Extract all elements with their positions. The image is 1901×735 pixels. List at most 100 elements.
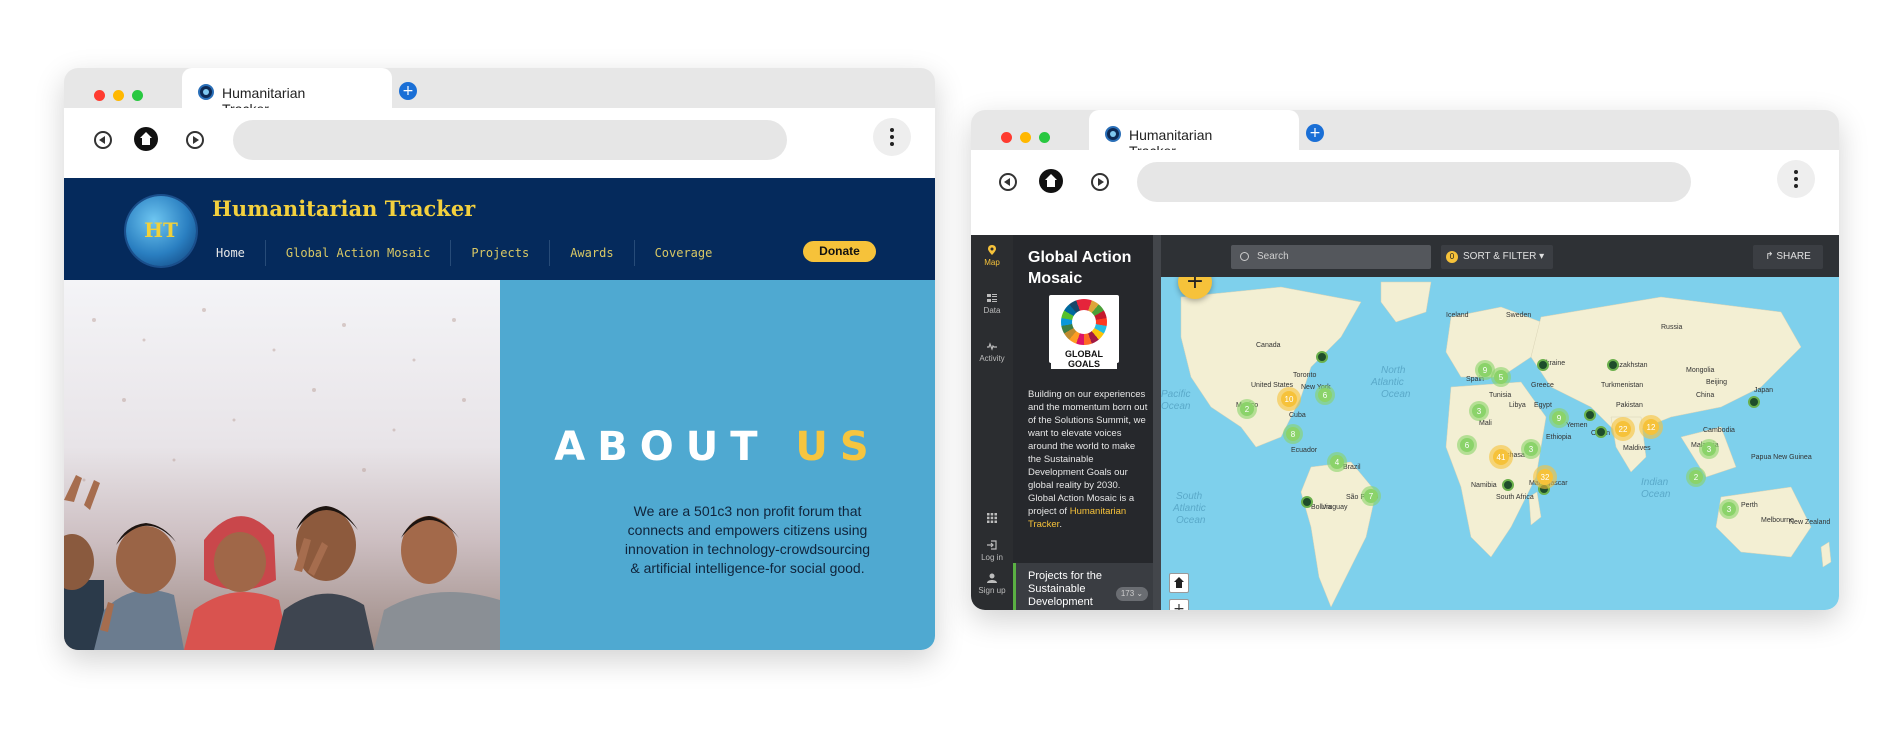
svg-text:Iceland: Iceland: [1446, 312, 1469, 319]
close-window-button[interactable]: [1001, 132, 1012, 143]
new-tab-button[interactable]: +: [399, 82, 417, 100]
map-search-input[interactable]: Search: [1231, 245, 1431, 269]
rail-signup[interactable]: Sign up: [971, 573, 1013, 595]
about-heading: ABOUT US: [500, 424, 935, 470]
map-illustration: Canada Iceland Sweden Russia Ukraine Kaz…: [1161, 281, 1832, 608]
rail-apps[interactable]: [971, 513, 1013, 526]
svg-text:Papua New Guinea: Papua New Guinea: [1751, 454, 1812, 461]
panel-description-suffix: .: [1059, 519, 1062, 530]
sort-filter-button[interactable]: 0 SORT & FILTER ▾: [1441, 245, 1553, 269]
svg-text:Namibia: Namibia: [1471, 482, 1497, 489]
nav-projects[interactable]: Projects: [451, 240, 551, 266]
svg-text:Ethiopia: Ethiopia: [1546, 434, 1571, 441]
site-logo[interactable]: HT: [126, 196, 196, 266]
svg-text:Ocean: Ocean: [1381, 389, 1411, 400]
about-description: We are a 501c3 non profit forum that con…: [624, 503, 871, 576]
svg-text:Sweden: Sweden: [1506, 312, 1531, 319]
close-window-button[interactable]: [94, 90, 105, 101]
svg-text:Greece: Greece: [1531, 382, 1554, 389]
rail-activity-label: Activity: [979, 354, 1005, 363]
nav-awards[interactable]: Awards: [550, 240, 635, 266]
maximize-window-button[interactable]: [1039, 132, 1050, 143]
browser-menu-button[interactable]: [873, 118, 911, 156]
favicon-icon: [198, 84, 214, 100]
panel-description-text: Building on our experiences and the mome…: [1028, 389, 1148, 517]
svg-text:New Zealand: New Zealand: [1789, 519, 1830, 526]
tab-strip: Humanitarian Tracker +: [64, 68, 935, 117]
cluster-count: 6: [1465, 441, 1470, 450]
svg-text:Ocean: Ocean: [1176, 515, 1206, 526]
svg-text:Maldives: Maldives: [1623, 445, 1651, 452]
maximize-window-button[interactable]: [132, 90, 143, 101]
panel-title: Global Action Mosaic: [1028, 249, 1132, 287]
cluster-count: 9: [1483, 366, 1488, 375]
site-title[interactable]: Humanitarian Tracker: [212, 196, 475, 221]
rail-map[interactable]: Map: [971, 245, 1013, 267]
login-icon: [987, 540, 997, 550]
browser-menu-button[interactable]: [1777, 160, 1815, 198]
browser-tab[interactable]: Humanitarian Tracker: [1089, 110, 1299, 159]
svg-text:Tunisia: Tunisia: [1489, 392, 1511, 399]
rail-activity[interactable]: Activity: [971, 341, 1013, 363]
about-heading-about: ABOUT: [554, 424, 770, 470]
forward-button[interactable]: [1091, 173, 1109, 191]
svg-text:Japan: Japan: [1754, 387, 1773, 394]
back-button[interactable]: [94, 131, 112, 149]
cluster-count: 8: [1291, 430, 1296, 439]
projects-title: Projects for the Sustainable Development: [1028, 570, 1102, 608]
home-button[interactable]: [1039, 169, 1063, 193]
forward-button[interactable]: [186, 131, 204, 149]
browser-tab[interactable]: Humanitarian Tracker: [182, 68, 392, 117]
cluster-count: 4: [1335, 458, 1340, 467]
nav-coverage[interactable]: Coverage: [635, 240, 733, 266]
address-bar[interactable]: [1137, 162, 1691, 202]
panel-description: Building on our experiences and the mome…: [1028, 388, 1148, 531]
new-tab-button[interactable]: +: [1306, 124, 1324, 142]
back-button[interactable]: [999, 173, 1017, 191]
svg-text:Pakistan: Pakistan: [1616, 402, 1643, 409]
cluster-count: 2: [1694, 473, 1699, 482]
browser-toolbar: [64, 108, 935, 178]
cluster-count: 5: [1499, 373, 1504, 382]
map-pin-icon: [988, 245, 996, 255]
cluster-count: 3: [1477, 407, 1482, 416]
rail-login[interactable]: Log in: [971, 540, 1013, 562]
cluster-count: 10: [1285, 395, 1294, 404]
zoom-in-button[interactable]: +: [1169, 599, 1189, 610]
svg-text:Toronto: Toronto: [1293, 372, 1316, 379]
svg-text:Ocean: Ocean: [1641, 489, 1671, 500]
svg-text:South Africa: South Africa: [1496, 494, 1534, 501]
app-rail: Map Data Activity Log in Sign up: [971, 235, 1013, 610]
projects-count-badge[interactable]: 173 ⌄: [1116, 587, 1148, 601]
minimize-window-button[interactable]: [1020, 132, 1031, 143]
user-icon: [987, 573, 997, 583]
map-toolbar: Search 0 SORT & FILTER ▾ ↱ SHARE: [1161, 235, 1839, 277]
nav-home[interactable]: Home: [216, 240, 266, 266]
tab-strip: Humanitarian Tracker +: [971, 110, 1839, 159]
svg-text:Egypt: Egypt: [1534, 402, 1552, 409]
sdg-logo-label: GLOBAL GOALS: [1051, 349, 1117, 369]
svg-text:Mali: Mali: [1479, 420, 1492, 427]
projects-section[interactable]: Projects for the Sustainable Development…: [1013, 563, 1153, 610]
share-button[interactable]: ↱ SHARE: [1753, 245, 1823, 269]
rail-data[interactable]: Data: [971, 293, 1013, 315]
browser-window-right: Humanitarian Tracker + Map Data Activity: [971, 110, 1839, 610]
svg-text:Perth: Perth: [1741, 502, 1758, 509]
svg-text:China: China: [1696, 392, 1714, 399]
cluster-count: 3: [1529, 445, 1534, 454]
rail-login-label: Log in: [981, 553, 1003, 562]
rail-signup-label: Sign up: [978, 586, 1006, 595]
minimize-window-button[interactable]: [113, 90, 124, 101]
home-button[interactable]: [134, 127, 158, 151]
svg-text:Turkmenistan: Turkmenistan: [1601, 382, 1643, 389]
donate-button[interactable]: Donate: [803, 241, 876, 262]
svg-text:Pacific: Pacific: [1161, 389, 1190, 400]
world-map[interactable]: Canada Iceland Sweden Russia Ukraine Kaz…: [1161, 277, 1839, 610]
address-bar[interactable]: [233, 120, 787, 160]
list-icon: [987, 294, 997, 302]
map-home-button[interactable]: [1169, 573, 1189, 593]
projects-count: 173: [1120, 589, 1135, 598]
nav-global-action-mosaic[interactable]: Global Action Mosaic: [266, 240, 452, 266]
site-header: HT Humanitarian Tracker Home Global Acti…: [64, 178, 935, 280]
panel-scrollbar[interactable]: [1153, 235, 1161, 610]
